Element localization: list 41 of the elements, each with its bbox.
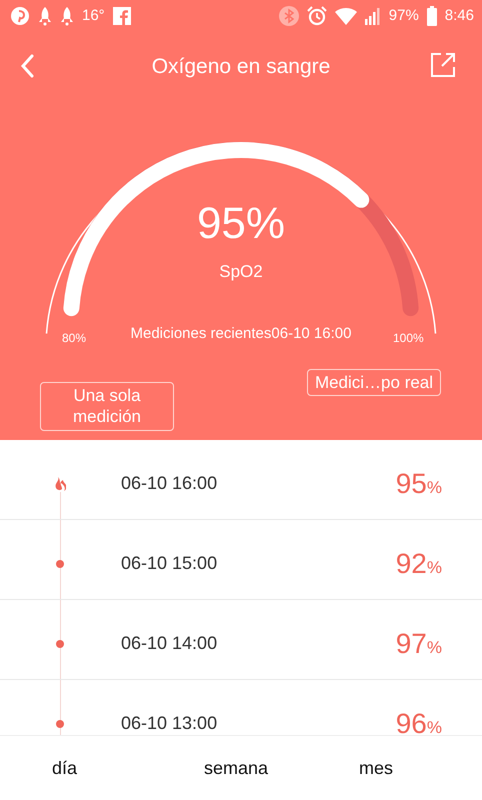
percent-unit: % — [426, 638, 442, 656]
pin-icon — [10, 6, 30, 26]
wifi-icon — [334, 7, 357, 25]
screen-title: Oxígeno en sangre — [152, 54, 330, 80]
back-icon — [20, 54, 34, 78]
timeline-dot — [56, 720, 64, 728]
reading-time: 06-10 14:00 — [121, 632, 218, 655]
percent-unit: % — [426, 478, 442, 496]
period-tab[interactable]: día — [48, 750, 82, 786]
temperature-text: 16° — [82, 6, 105, 26]
battery-icon — [426, 6, 437, 26]
square-logo-icon — [112, 7, 131, 25]
reading-value: 92% — [396, 546, 442, 580]
rocket-icon — [60, 6, 74, 26]
spo2-label: SpO2 — [219, 261, 263, 283]
reading-time: 06-10 15:00 — [121, 552, 218, 575]
battery-percent-text: 97% — [388, 6, 419, 26]
flame-icon — [54, 476, 66, 490]
timeline-dot — [56, 560, 64, 568]
signal-icon — [364, 7, 381, 25]
clock-text: 8:46 — [444, 6, 474, 26]
reading-time: 06-10 16:00 — [121, 472, 218, 495]
recent-measurement-text: Mediciones recientes06-10 16:00 — [130, 324, 352, 344]
percent-unit: % — [426, 718, 442, 735]
share-button[interactable] — [430, 52, 456, 78]
reading-value: 96% — [396, 706, 442, 735]
back-button[interactable] — [20, 54, 34, 78]
share-icon — [430, 52, 456, 78]
percent-unit: % — [426, 558, 442, 576]
reading-value: 95% — [396, 466, 442, 500]
rocket-icon — [38, 6, 52, 26]
period-tab[interactable]: mes — [355, 750, 398, 786]
timeline-dot — [56, 640, 64, 648]
reading-value: 97% — [396, 626, 442, 660]
period-tab[interactable]: semana — [200, 750, 272, 786]
bluetooth-icon — [278, 6, 299, 26]
reading-time: 06-10 13:00 — [121, 712, 218, 735]
spo2-value: 95% — [196, 202, 286, 246]
alarm-icon — [306, 6, 327, 26]
min-label: 80% — [62, 330, 86, 347]
max-label: 100% — [393, 330, 424, 347]
